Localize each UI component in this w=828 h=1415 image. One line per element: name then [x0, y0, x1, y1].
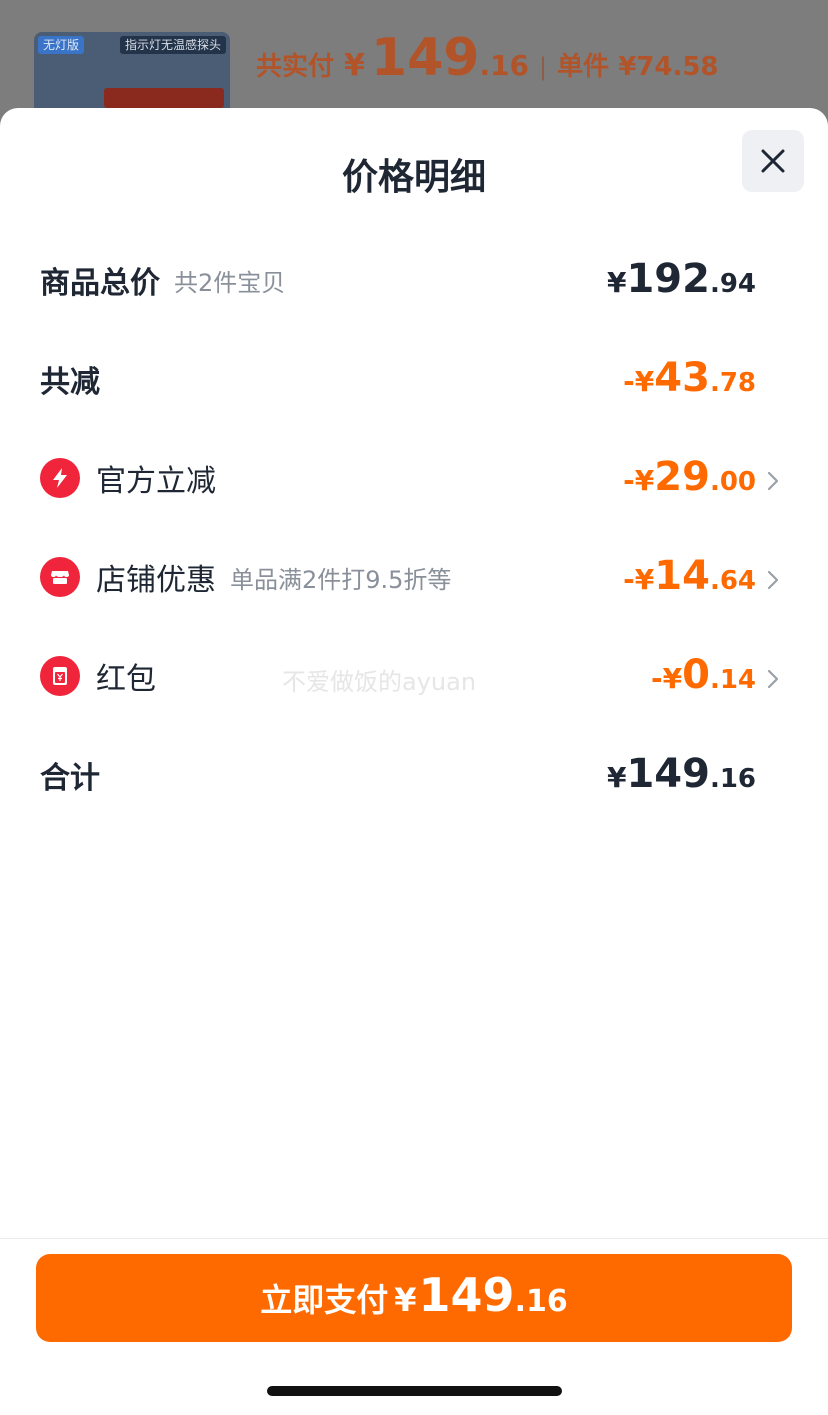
chevron-right-icon: [767, 570, 779, 590]
sum-yen: ¥: [606, 761, 627, 794]
total-paid-yen: ¥: [344, 48, 365, 83]
thumb-tag-left: 无灯版: [38, 36, 85, 54]
pay-now-button[interactable]: 立即支付 ¥ 149 .16: [36, 1254, 792, 1342]
thumb-tag-right: 指示灯无温感探头: [119, 36, 226, 54]
pay-now-label: 立即支付: [260, 1281, 389, 1319]
background-price-line: 共实付 ¥ 149 .16 | 单件 ¥74.58: [256, 28, 719, 108]
goods-total-integer: 192: [626, 256, 710, 302]
pay-now-yen: ¥: [394, 1281, 417, 1319]
sum-integer: 149: [626, 751, 710, 797]
red-packet-icon: [40, 656, 80, 696]
goods-total-yen: ¥: [606, 266, 627, 299]
goods-total-decimal: .94: [709, 269, 756, 299]
chevron-right-icon: [767, 669, 779, 689]
total-paid-decimal: .16: [479, 49, 530, 82]
product-image-shape: [104, 88, 224, 108]
sheet-title: 价格明细: [341, 157, 486, 198]
official-discount-label: 官方立减: [96, 464, 216, 499]
close-button[interactable]: [742, 130, 804, 192]
total-reduction-integer: 43: [654, 355, 710, 401]
lightning-icon: [40, 458, 80, 498]
close-icon: [761, 149, 785, 173]
footer-divider: [0, 1238, 828, 1239]
row-store-discount[interactable]: 店铺优惠 单品满2件打9.5折等 -¥ 14 .64: [0, 547, 828, 607]
official-discount-integer: 29: [654, 454, 710, 500]
store-discount-integer: 14: [654, 553, 710, 599]
total-paid-integer: 149: [370, 28, 480, 88]
price-detail-sheet: 价格明细 商品总价 共2件宝贝 ¥ 192 .94 共减 -¥ 43 .78 官…: [0, 108, 828, 1415]
pay-now-decimal: .16: [514, 1284, 568, 1319]
sum-decimal: .16: [709, 764, 756, 794]
total-reduction-yen: -¥: [623, 365, 655, 398]
red-packet-yen: -¥: [650, 662, 683, 695]
red-packet-integer: 0: [682, 652, 710, 698]
screen: 无灯版 指示灯无温感探头 共实付 ¥ 149 .16 | 单件 ¥74.58 价…: [0, 0, 828, 1415]
pay-now-integer: 149: [418, 1268, 515, 1322]
store-discount-description: 单品满2件打9.5折等: [230, 565, 452, 594]
sum-label: 合计: [40, 761, 100, 796]
chevron-right-icon: [767, 471, 779, 491]
row-goods-total: 商品总价 共2件宝贝 ¥ 192 .94: [0, 250, 828, 310]
unit-price: 单件 ¥74.58: [557, 52, 719, 82]
store-discount-label: 店铺优惠: [96, 563, 216, 598]
watermark: 不爱做饭的ayuan: [282, 668, 477, 696]
total-reduction-decimal: .78: [709, 368, 756, 398]
total-reduction-label: 共减: [40, 365, 100, 400]
store-icon: [40, 557, 80, 597]
home-indicator[interactable]: [267, 1386, 562, 1396]
red-packet-decimal: .14: [709, 665, 756, 695]
store-discount-decimal: .64: [709, 566, 756, 596]
red-packet-label: 红包: [96, 662, 156, 697]
official-discount-decimal: .00: [709, 467, 756, 497]
price-separator: |: [539, 53, 548, 81]
official-discount-yen: -¥: [623, 464, 655, 497]
row-total-reduction: 共减 -¥ 43 .78: [0, 349, 828, 409]
goods-total-count: 共2件宝贝: [174, 268, 286, 297]
store-discount-yen: -¥: [623, 563, 655, 596]
total-paid-label: 共实付: [256, 52, 335, 82]
row-official-discount[interactable]: 官方立减 -¥ 29 .00: [0, 448, 828, 508]
goods-total-label: 商品总价: [40, 266, 160, 301]
row-sum: 合计 ¥ 149 .16: [0, 745, 828, 805]
